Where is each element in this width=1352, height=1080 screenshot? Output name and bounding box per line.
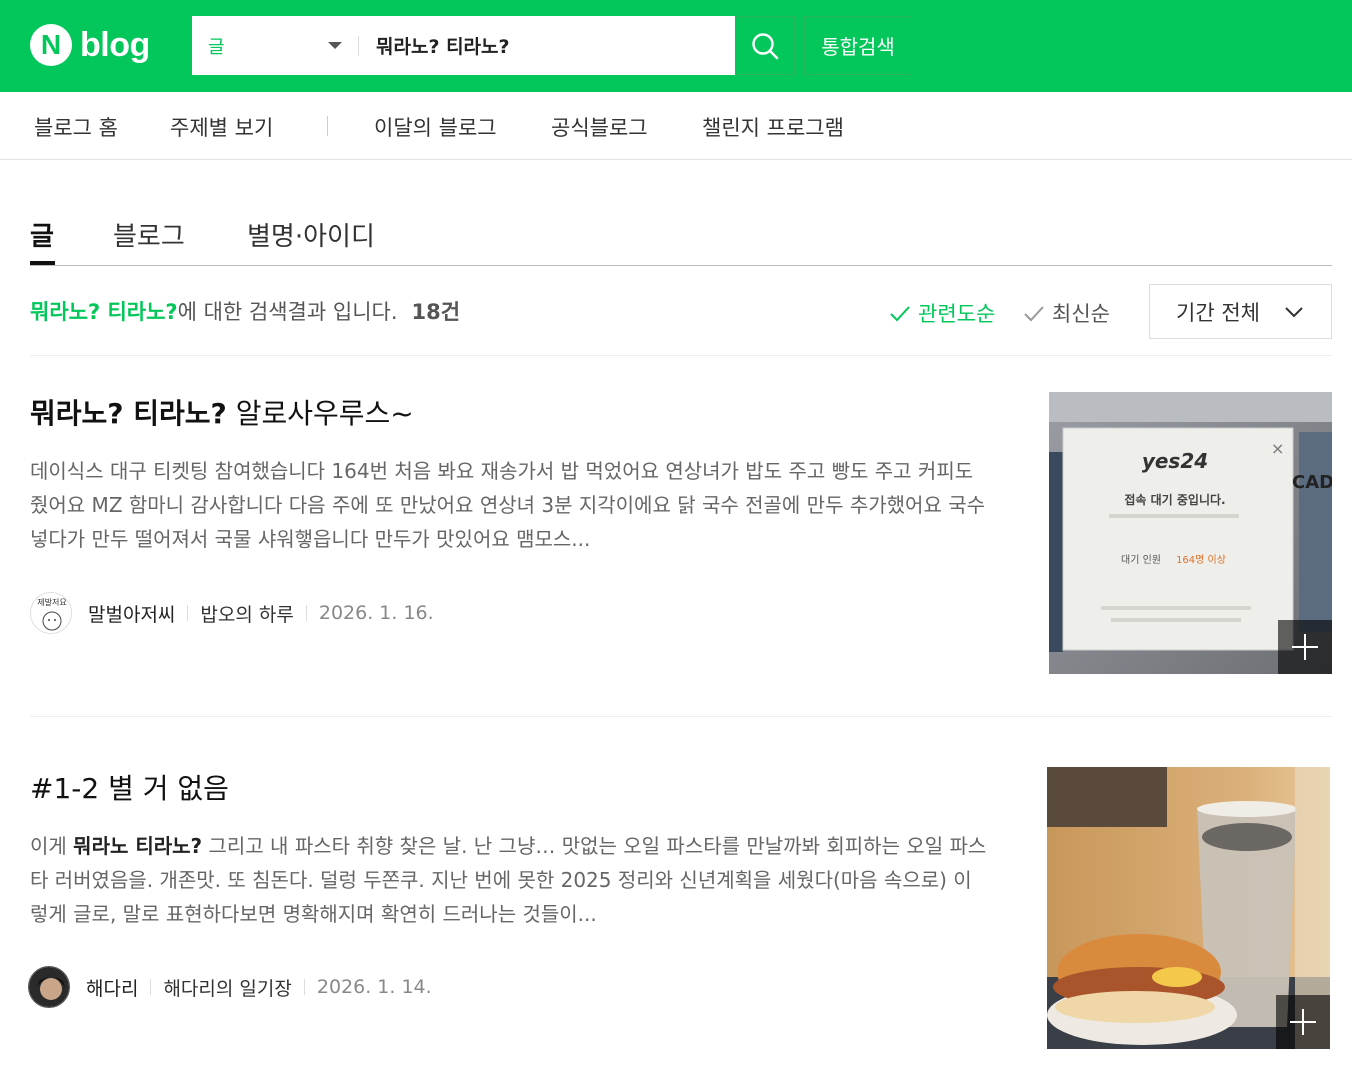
result-summary-bar: 뭐라노? 티라노?에 대한 검색결과 입니다. 18건 관련도순 최신순 기간 전… <box>30 284 1332 356</box>
search-tabs: 글 블로그 별명·아이디 <box>30 208 1332 266</box>
avatar[interactable]: 제발저요 <box>30 592 72 634</box>
result-summary: 뭐라노? 티라노?에 대한 검색결과 입니다. 18건 <box>30 296 460 326</box>
top-nav: 블로그 홈 주제별 보기 이달의 블로그 공식블로그 챌린지 프로그램 <box>0 92 1352 160</box>
post-blog-name[interactable]: 해다리의 일기장 <box>163 974 291 1001</box>
post-author[interactable]: 말벌아저씨 <box>88 600 175 627</box>
nav-monthly-blog[interactable]: 이달의 블로그 <box>374 112 497 142</box>
blog-logo[interactable]: N blog <box>30 24 150 66</box>
search-type-label: 글 <box>208 36 225 58</box>
nav-challenge[interactable]: 챌린지 프로그램 <box>702 112 844 142</box>
excerpt-pre: 이게 <box>30 834 74 858</box>
avatar-caption: 제발저요 <box>37 597 66 607</box>
post-meta: 제발저요 말벌아저씨 밥오의 하루 2026. 1. 16. <box>30 592 434 634</box>
header: N blog 글 통합검색 <box>0 0 1352 92</box>
avatar-image: 제발저요 <box>31 593 71 633</box>
post-title-keyword: 뭐라노? 티라노? <box>30 397 227 430</box>
avatar[interactable] <box>28 966 70 1008</box>
meta-separator <box>303 979 305 995</box>
search-icon <box>752 32 779 59</box>
tab-nickname-id[interactable]: 별명·아이디 <box>247 216 375 253</box>
period-select[interactable]: 기간 전체 <box>1149 284 1332 339</box>
thumb-side-text: CAD <box>1292 472 1332 493</box>
check-icon <box>1024 306 1044 322</box>
post-excerpt[interactable]: 이게 뭐라노 티라노? 그리고 내 파스타 취향 찾은 날. 난 그냥… 맛없는… <box>30 829 990 931</box>
nav-topics[interactable]: 주제별 보기 <box>170 112 273 142</box>
expand-plus-button[interactable] <box>1278 620 1332 674</box>
sort-latest-label: 최신순 <box>1052 302 1110 326</box>
post-author[interactable]: 해다리 <box>86 974 138 1001</box>
tab-blogs[interactable]: 블로그 <box>113 216 185 253</box>
plus-icon <box>1290 1009 1316 1035</box>
result-keyword: 뭐라노? 티라노? <box>30 300 178 324</box>
post-excerpt[interactable]: 데이식스 대구 티켓팅 참여했습니다 164번 처음 봐요 재송가서 밥 먹었어… <box>30 454 990 556</box>
search-button[interactable] <box>735 16 795 75</box>
post-meta: 해다리 해다리의 일기장 2026. 1. 14. <box>28 966 432 1008</box>
search-input[interactable] <box>376 16 726 75</box>
post-date: 2026. 1. 16. <box>318 602 434 624</box>
meta-separator <box>305 605 307 621</box>
nav-official-blog[interactable]: 공식블로그 <box>551 112 648 142</box>
meta-separator <box>150 979 152 995</box>
post-thumbnail[interactable]: yes24 × 접속 대기 중입니다. 대기 인원 164명 이상 CAD <box>1049 392 1332 674</box>
nav-separator <box>327 116 328 136</box>
plus-icon <box>1292 634 1318 660</box>
thumb-line1: 접속 대기 중입니다. <box>1124 492 1225 507</box>
thumb-line2-value: 164명 이상 <box>1176 554 1226 566</box>
nav-blog-home[interactable]: 블로그 홈 <box>34 112 118 142</box>
post-title-rest: 알로사우루스~ <box>226 397 414 430</box>
sort-relevance[interactable]: 관련도순 <box>888 298 995 328</box>
thumb-line2-label: 대기 인원 <box>1121 554 1161 566</box>
tab-posts[interactable]: 글 <box>30 216 54 253</box>
thumb-close-glyph: × <box>1271 439 1284 458</box>
active-tab-indicator <box>30 261 55 265</box>
search-box: 글 <box>192 16 735 75</box>
logo-text: blog <box>80 25 150 64</box>
caret-down-icon <box>328 42 342 49</box>
expand-plus-button[interactable] <box>1276 995 1330 1049</box>
chevron-down-icon <box>1285 307 1303 318</box>
result-count: 18건 <box>411 300 461 324</box>
period-label: 기간 전체 <box>1176 300 1260 325</box>
meta-separator <box>187 605 189 621</box>
naver-n-icon: N <box>30 24 72 66</box>
sort-relevance-label: 관련도순 <box>918 302 996 326</box>
post-divider <box>30 716 1332 717</box>
avatar-image <box>29 967 69 1007</box>
search-type-select[interactable]: 글 <box>192 16 358 75</box>
post-thumbnail[interactable] <box>1047 767 1330 1049</box>
excerpt-keyword: 뭐라노 티라노? <box>73 834 203 858</box>
total-search-button[interactable]: 통합검색 <box>804 16 912 75</box>
post-blog-name[interactable]: 밥오의 하루 <box>200 600 293 627</box>
post-title[interactable]: 뭐라노? 티라노? 알로사우루스~ <box>30 392 414 432</box>
thumb-brand: yes24 <box>1142 449 1208 473</box>
result-suffix: 에 대한 검색결과 입니다. <box>177 300 398 324</box>
sort-latest[interactable]: 최신순 <box>1022 298 1110 328</box>
search-divider <box>358 36 359 56</box>
post-title[interactable]: #1-2 별 거 없음 <box>30 767 229 807</box>
post-date: 2026. 1. 14. <box>316 976 432 998</box>
check-icon <box>890 306 910 322</box>
